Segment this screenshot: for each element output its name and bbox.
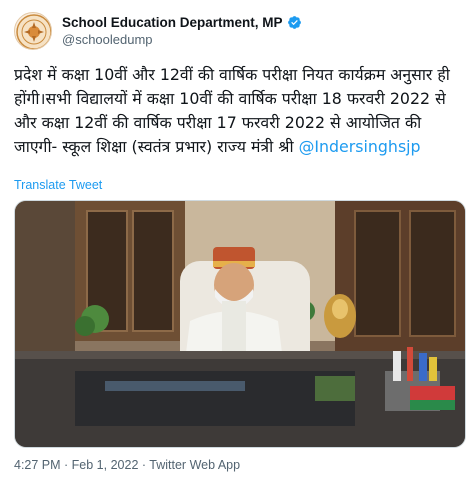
government-emblem-icon (16, 14, 51, 49)
meta-separator-2: · (138, 458, 150, 472)
avatar[interactable] (14, 12, 52, 50)
account-names: School Education Department, MP @schoole… (62, 15, 302, 47)
tweet-time[interactable]: 4:27 PM (14, 458, 61, 472)
verified-badge-icon (287, 16, 301, 29)
display-name-row: School Education Department, MP (62, 15, 302, 30)
handle[interactable]: @schooledump (62, 32, 302, 47)
mention-link[interactable]: @Indersinghsjp (299, 137, 421, 156)
translate-tweet-link[interactable]: Translate Tweet (14, 178, 102, 192)
meta-separator: · (60, 458, 72, 472)
tweet-text: प्रदेश में कक्षा 10वीं और 12वीं की वार्ष… (14, 63, 466, 159)
tweet-date[interactable]: Feb 1, 2022 (72, 458, 139, 472)
photo-image (15, 201, 465, 447)
tweet-card: School Education Department, MP @schoole… (0, 0, 474, 481)
tweet-meta: 4:27 PM · Feb 1, 2022 · Twitter Web App (14, 458, 240, 472)
tweet-header: School Education Department, MP @schoole… (14, 10, 302, 52)
display-name[interactable]: School Education Department, MP (62, 15, 283, 30)
tweet-photo[interactable] (14, 200, 466, 448)
tweet-source: Twitter Web App (149, 458, 241, 472)
